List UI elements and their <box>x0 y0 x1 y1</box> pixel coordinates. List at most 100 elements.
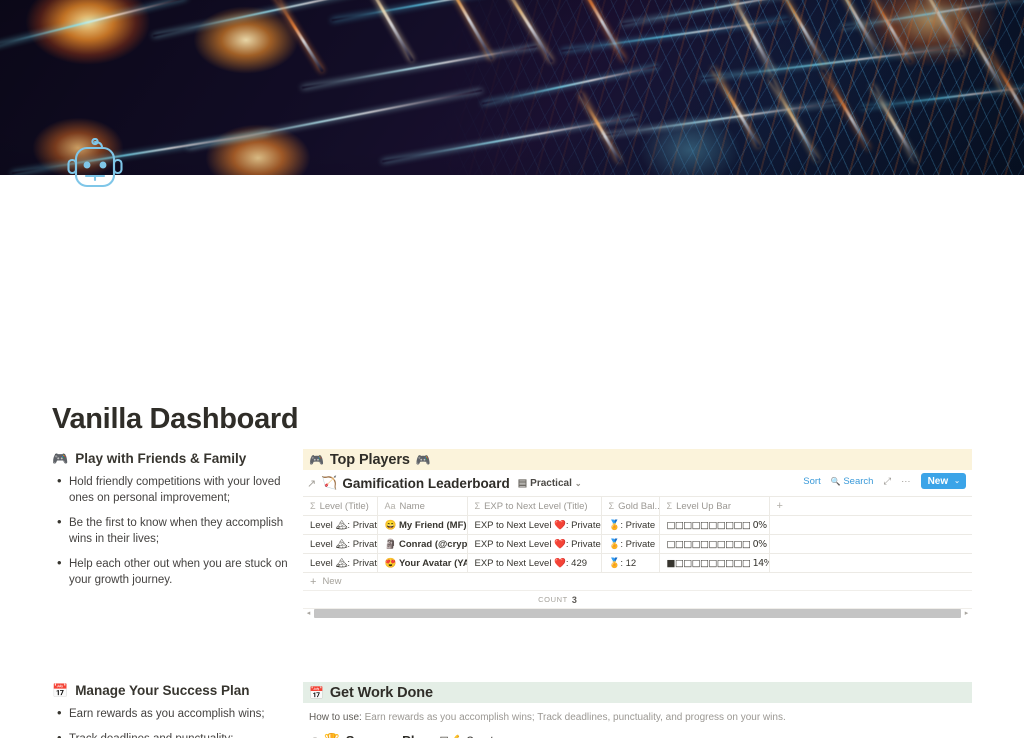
get-work-done-banner: 📅 Get Work Done <box>303 682 972 703</box>
list-item: Help each other out when you are stuck o… <box>52 555 290 588</box>
cell-level: Level 🏔: Private <box>303 515 378 535</box>
bullet-list: Earn rewards as you accomplish wins; Tra… <box>52 705 290 738</box>
cell-name-label: Conrad (@cryptolin <box>398 538 467 550</box>
view-selector-label: Practical <box>530 477 572 489</box>
add-column-icon: + <box>776 500 783 512</box>
gamepad-left-icon: 🎮 <box>309 452 324 467</box>
cell-name: 🗿 Conrad (@cryptolin <box>377 534 468 554</box>
bullet-list: Hold friendly competitions with your lov… <box>52 473 290 588</box>
leaderboard-count: COUNT 3 <box>303 591 972 608</box>
table-view-icon: ▤ <box>517 477 528 489</box>
column-header-label: Name <box>399 500 425 512</box>
expand-icon[interactable]: ⤢ <box>883 476 891 487</box>
avatar-emoji-icon: 🗿 <box>384 538 397 550</box>
list-item: Track deadlines and punctuality; <box>52 730 290 738</box>
cell-levelupbar: □□□□□□□□□□ 0% <box>659 515 770 535</box>
list-item: Earn rewards as you accomplish wins; <box>52 705 290 722</box>
cell-name: 😍 Your Avatar (YA) <box>377 553 468 573</box>
chevron-down-icon: ⌄ <box>954 478 960 485</box>
table-header-row: Σ Level (Title) Aa Name Σ EXP to Next Level… <box>303 496 972 516</box>
column-header-exp[interactable]: Σ EXP to Next Level (Title) <box>467 496 602 516</box>
section-heading: 📅 Manage Your Success Plan <box>52 683 290 698</box>
left-section-play-with-friends: 🎮 Play with Friends & Family Hold friend… <box>52 451 290 597</box>
scrollbar-thumb[interactable] <box>314 608 961 618</box>
open-page-arrow-icon[interactable]: ↗ <box>309 734 318 738</box>
gamepad-right-icon: 🎮 <box>415 452 431 467</box>
get-work-done-section: 📅 Get Work Done How to use: Earn rewards… <box>303 682 972 738</box>
leaderboard-actions: Sort 🔍 Search ⤢ ··· New ⌄ <box>803 473 966 489</box>
get-work-done-howto: How to use: Earn rewards as you accompli… <box>303 703 972 731</box>
new-button-label: New <box>927 475 949 487</box>
text-type-icon: Aa <box>384 500 396 511</box>
count-label: COUNT <box>538 595 568 604</box>
sort-button[interactable]: Sort <box>803 476 820 487</box>
leaderboard-new-row-button[interactable]: + New <box>303 573 972 591</box>
column-header-label: Level (Title) <box>319 500 369 512</box>
robot-head-icon <box>67 138 123 188</box>
cell-gold: 🏅: 12 <box>601 553 660 573</box>
column-header-label: Gold Bal... <box>618 500 659 512</box>
section-heading-label: Manage Your Success Plan <box>75 683 250 698</box>
count-value: 3 <box>571 594 577 605</box>
leaderboard-table: Σ Level (Title) Aa Name Σ EXP to Next Level… <box>303 496 972 573</box>
success-plan-label: Success Plan <box>346 733 430 738</box>
column-header-gold[interactable]: Σ Gold Bal... <box>601 496 660 516</box>
more-options-icon[interactable]: ··· <box>901 476 911 487</box>
scroll-right-icon[interactable]: ▸ <box>961 609 972 617</box>
cell-gold: 🏅: Private <box>601 515 660 535</box>
formula-icon: Σ <box>608 500 615 511</box>
leaderboard-toolbar: ↗ 🏹 Gamification Leaderboard ▤ Practical… <box>303 470 972 496</box>
banner-vignette <box>0 0 1024 175</box>
leaderboard-title[interactable]: ↗ 🏹 Gamification Leaderboard <box>307 475 510 491</box>
cell-empty <box>769 534 972 554</box>
calendar-icon: 📅 <box>309 685 324 700</box>
new-button[interactable]: New ⌄ <box>920 473 966 489</box>
trophy-icon: 🏆 <box>324 733 340 738</box>
table-row[interactable]: Level 🏔: Private 😄 My Friend (MF) EXP to… <box>303 515 972 535</box>
cell-name-label: Your Avatar (YA) <box>398 557 467 569</box>
cell-exp: EXP to Next Level ❤️: 429 <box>467 553 602 573</box>
cell-empty <box>769 553 972 573</box>
avatar-emoji-icon: 😄 <box>384 519 397 531</box>
horizontal-scrollbar[interactable]: ◂ ▸ <box>303 608 972 618</box>
page-cover-banner <box>0 0 1024 175</box>
cell-exp: EXP to Next Level ❤️: Private <box>467 515 602 535</box>
cell-exp: EXP to Next Level ❤️: Private <box>467 534 602 554</box>
column-header-level[interactable]: Σ Level (Title) <box>303 496 378 516</box>
cell-gold: 🏅: Private <box>601 534 660 554</box>
column-header-levelupbar[interactable]: Σ Level Up Bar <box>659 496 770 516</box>
table-row[interactable]: Level 🏔: Private 🗿 Conrad (@cryptolin EX… <box>303 534 972 554</box>
column-header-add[interactable]: + <box>769 496 972 516</box>
leaderboard-title-label: Gamification Leaderboard <box>342 475 510 491</box>
plus-icon: + <box>310 575 317 588</box>
scroll-left-icon[interactable]: ◂ <box>303 609 314 617</box>
chevron-down-icon: ⌄ <box>574 478 582 488</box>
list-item: Be the first to know when they accomplis… <box>52 514 290 547</box>
open-page-arrow-icon[interactable]: ↗ <box>307 477 316 490</box>
column-header-label: EXP to Next Level (Title) <box>484 500 588 512</box>
search-icon: 🔍 <box>830 476 841 486</box>
calendar-icon: 📅 <box>52 683 69 698</box>
list-item: Hold friendly competitions with your lov… <box>52 473 290 506</box>
howto-prefix: How to use: <box>309 712 362 723</box>
cell-level: Level 🏔: Private <box>303 534 378 554</box>
top-players-banner: 🎮 Top Players 🎮 <box>303 449 972 470</box>
bow-and-arrow-icon: 🏹 <box>321 475 338 490</box>
cell-empty <box>769 515 972 535</box>
search-button[interactable]: 🔍 Search <box>831 476 874 487</box>
success-plan-quests-link[interactable]: ↗ 🏆 Success Plan ▤ 💪 Quests ⌄ <box>303 731 972 738</box>
cell-levelupbar: □□□□□□□□□□ 0% <box>659 534 770 554</box>
formula-icon: Σ <box>310 500 316 511</box>
column-header-name[interactable]: Aa Name <box>377 496 468 516</box>
search-label: Search <box>843 475 874 487</box>
top-players-section: 🎮 Top Players 🎮 ↗ 🏹 Gamification Leaderb… <box>303 449 972 618</box>
cell-level: Level 🏔: Private <box>303 553 378 573</box>
page-title: Vanilla Dashboard <box>52 403 299 435</box>
formula-icon: Σ <box>474 500 481 511</box>
view-selector-practical[interactable]: ▤ Practical ⌄ <box>518 478 582 489</box>
cell-name-label: My Friend (MF) <box>398 519 467 531</box>
top-players-banner-label: Top Players <box>329 451 410 468</box>
avatar-emoji-icon: 😍 <box>384 557 397 569</box>
cell-name: 😄 My Friend (MF) <box>377 515 468 535</box>
table-row[interactable]: Level 🏔: Private 😍 Your Avatar (YA) EXP … <box>303 553 972 573</box>
